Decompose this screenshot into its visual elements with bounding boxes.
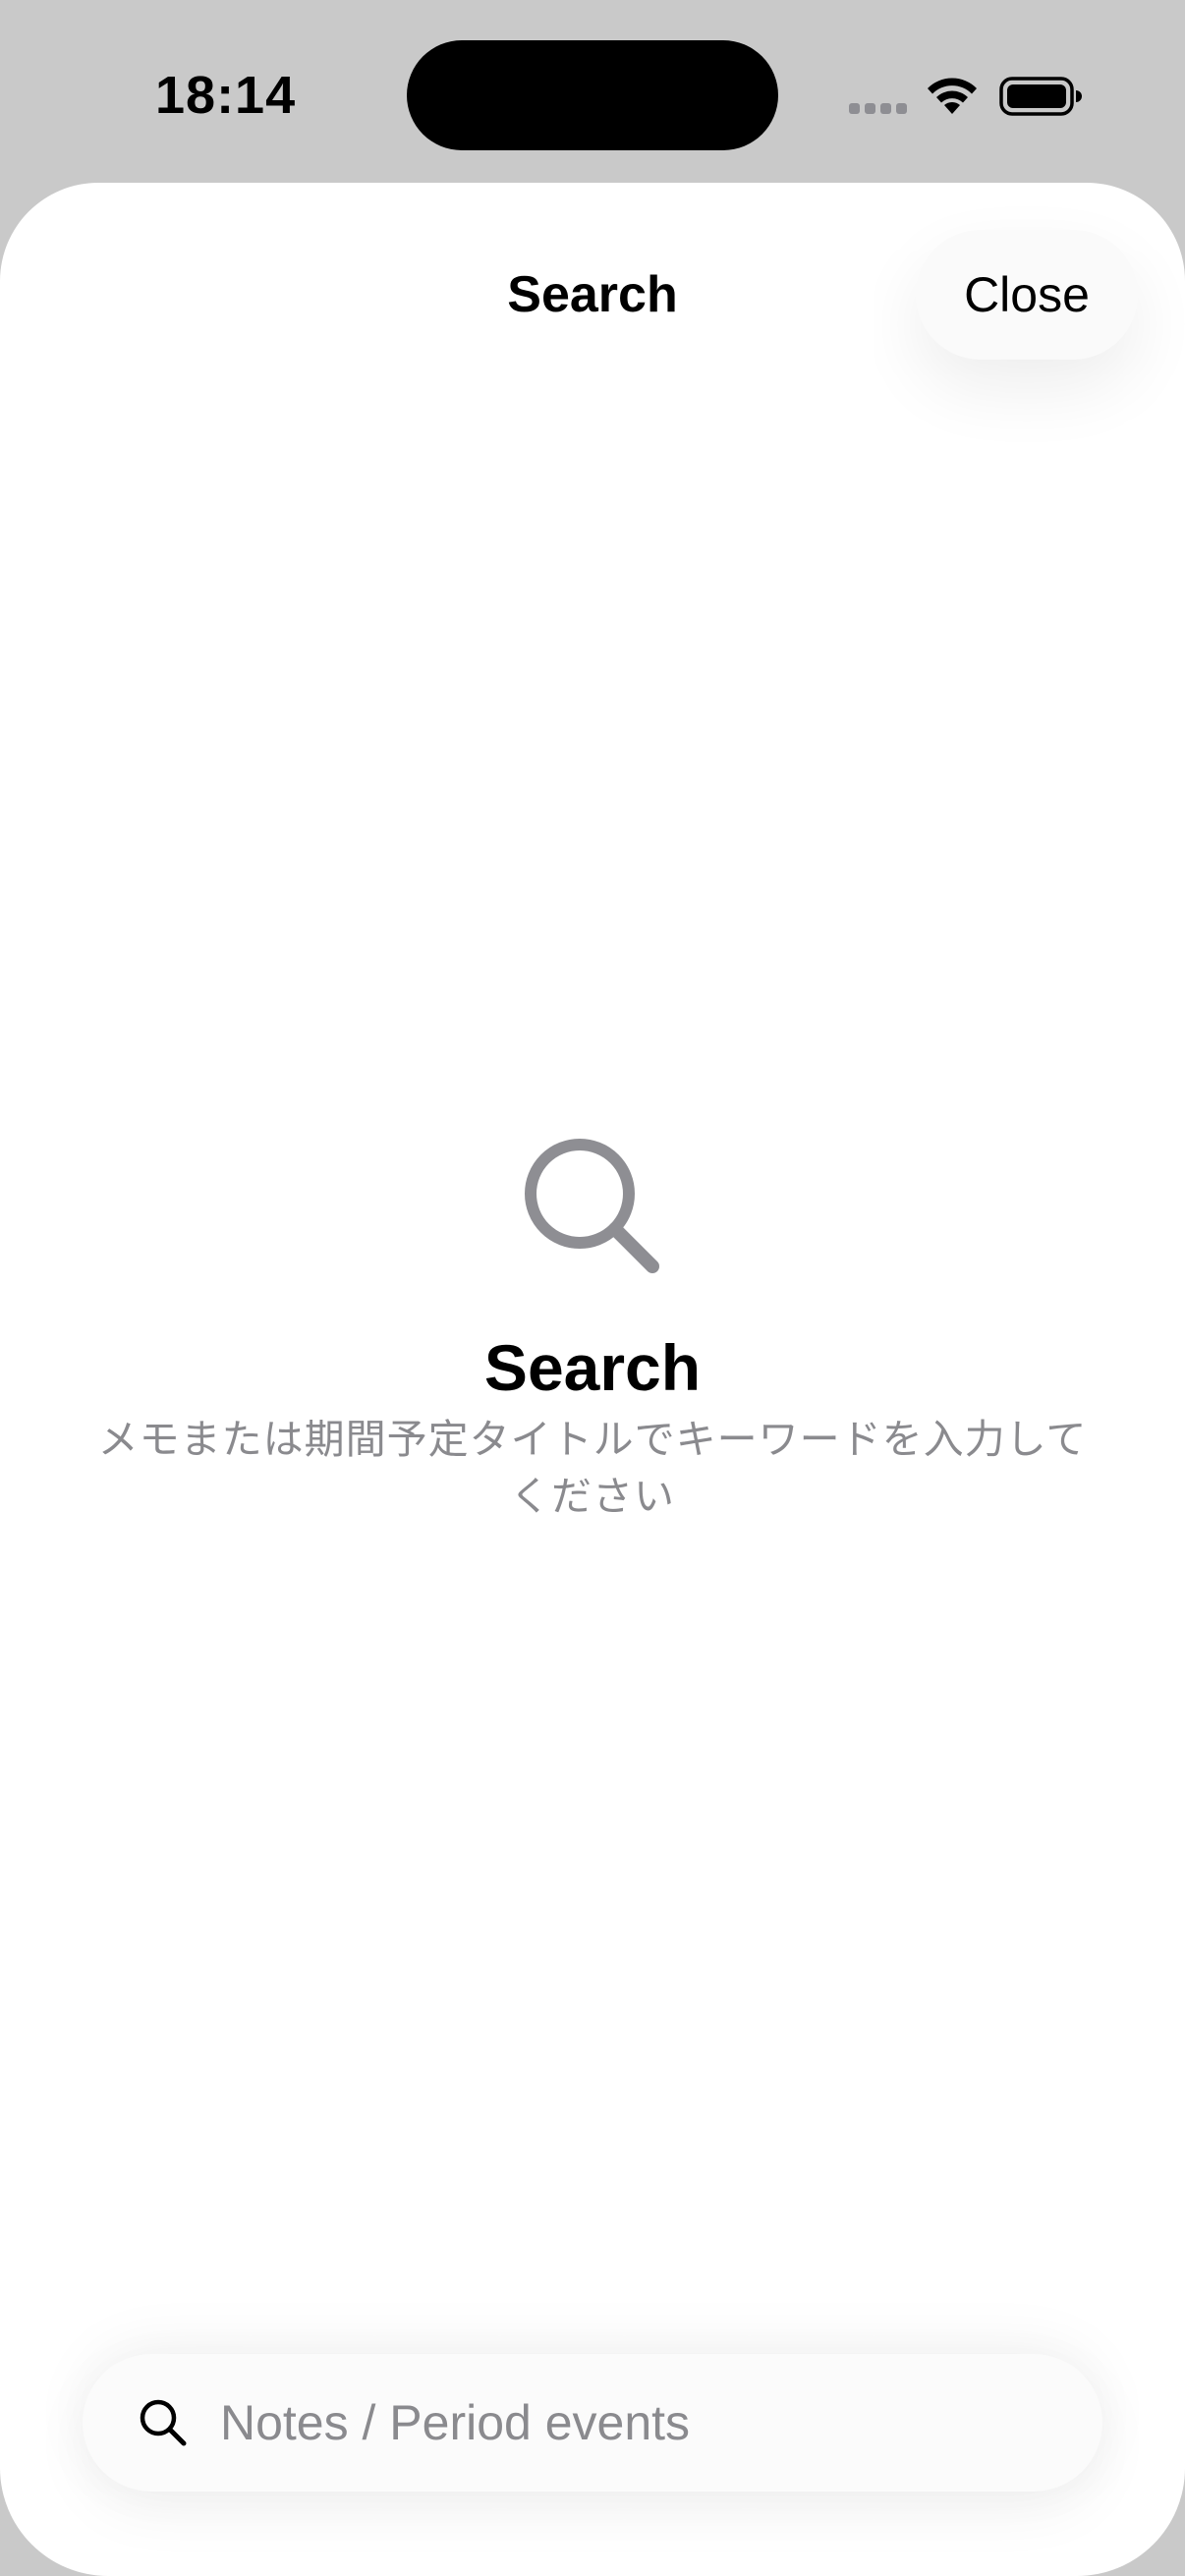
screen: 18:14 Search Close Search メモまたは期間予定タイトルで… (0, 0, 1185, 2576)
search-icon (140, 2399, 187, 2446)
battery-icon (999, 77, 1082, 116)
wifi-icon (928, 78, 977, 114)
cellular-signal-icon (849, 103, 907, 114)
search-bar[interactable] (83, 2354, 1102, 2492)
status-time: 18:14 (155, 66, 297, 125)
search-input[interactable] (220, 2354, 1065, 2492)
magnifying-glass-icon (525, 1139, 659, 1273)
search-sheet: Search Close Search メモまたは期間予定タイトルでキーワードを… (0, 183, 1185, 2576)
close-button[interactable]: Close (916, 230, 1138, 360)
dynamic-island (407, 40, 778, 150)
empty-state-message: メモまたは期間予定タイトルでキーワードを入力してください (97, 1417, 1088, 1519)
empty-state-title: Search (483, 1331, 702, 1404)
